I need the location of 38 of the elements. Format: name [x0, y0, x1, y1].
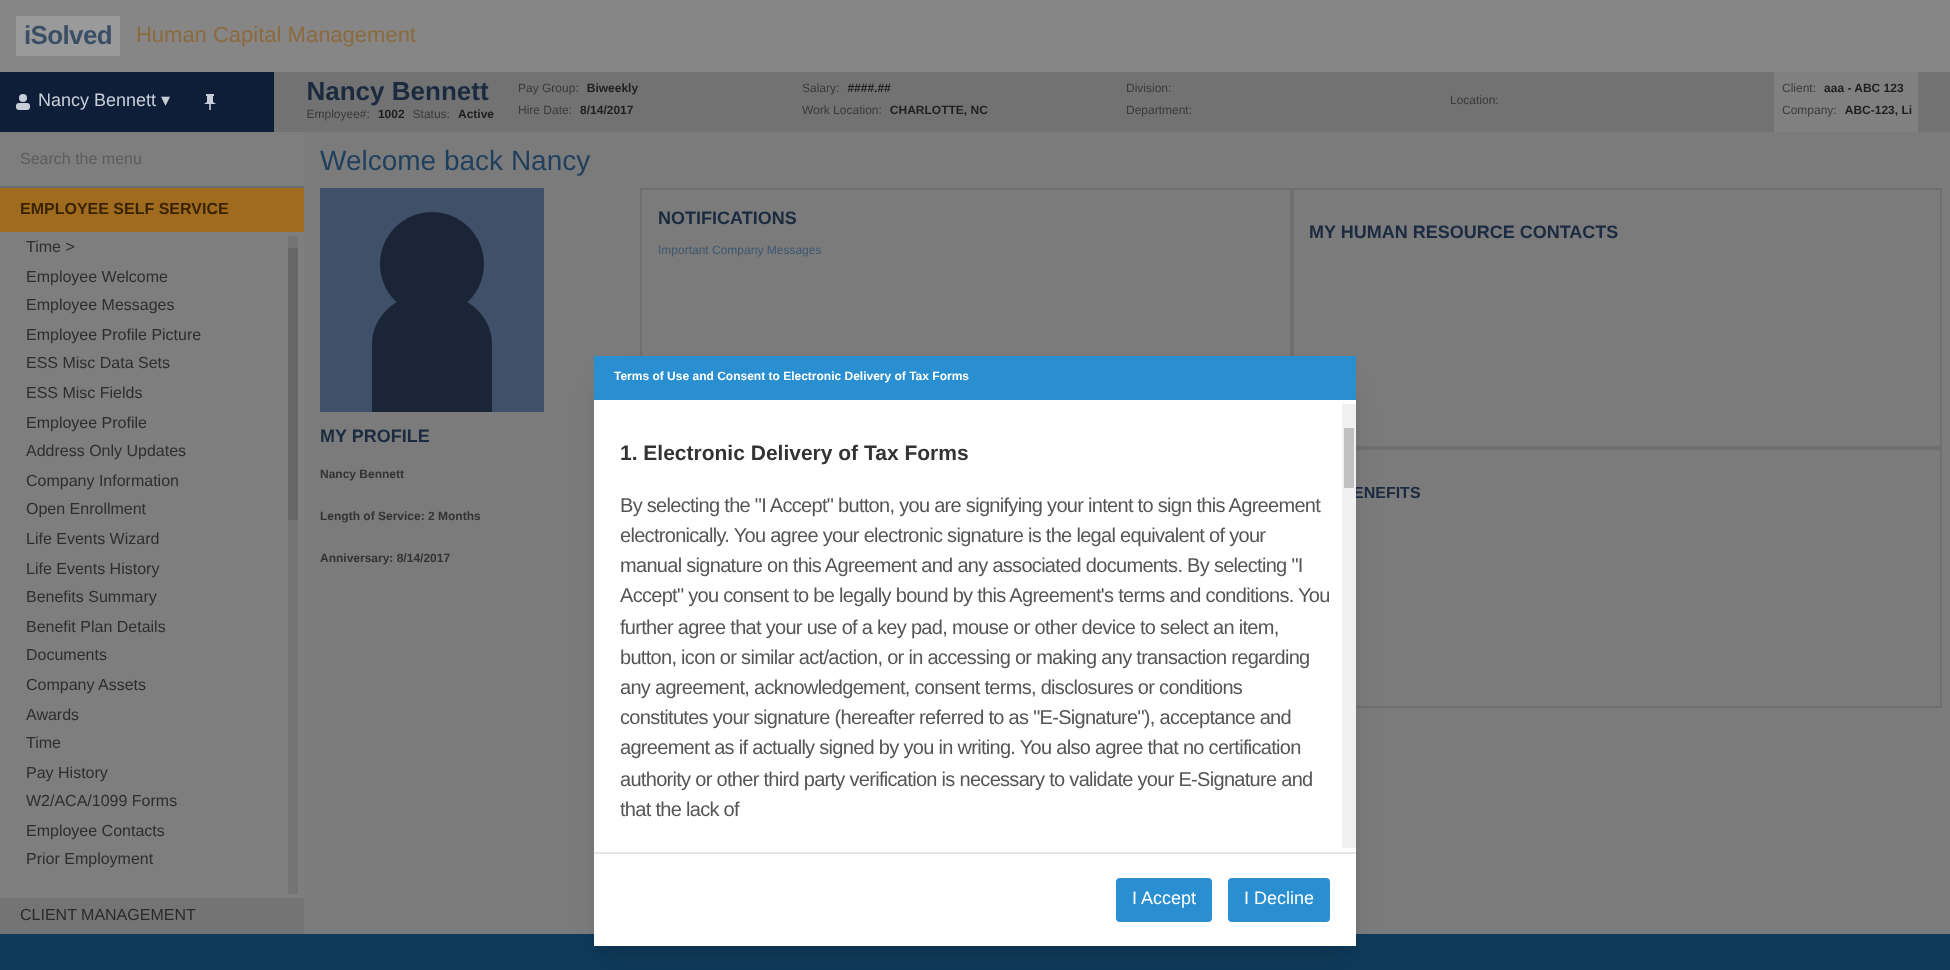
- menu-item[interactable]: Benefit Plan Details: [26, 613, 288, 643]
- menu-item[interactable]: ESS Misc Data Sets: [26, 350, 288, 380]
- accept-button[interactable]: I Accept: [1115, 878, 1212, 922]
- menu-item[interactable]: Employee Welcome: [26, 263, 288, 293]
- menu-item[interactable]: Employee Profile: [26, 409, 288, 439]
- user-menu[interactable]: Nancy Bennett ▾: [0, 72, 275, 132]
- menu-item[interactable]: Employee Contacts: [26, 817, 288, 847]
- menu-item[interactable]: W2/ACA/1099 Forms: [26, 788, 288, 818]
- menu-item[interactable]: Life Events History: [26, 555, 288, 585]
- section-header[interactable]: CLIENT MANAGEMENT: [0, 898, 304, 934]
- panel-heading: MY HUMAN RESOURCE CONTACTS: [1309, 222, 1619, 242]
- panel-heading: NOTIFICATIONS: [658, 206, 799, 232]
- pin-icon: [203, 94, 216, 110]
- menu-item[interactable]: Prior Employment: [26, 846, 288, 877]
- page-title: Welcome back Nancy: [320, 142, 593, 180]
- logo: iSolved: [16, 16, 120, 56]
- menu-item[interactable]: Pay History: [26, 759, 288, 789]
- menu-item[interactable]: Time >: [26, 234, 288, 264]
- menu-item[interactable]: Employee Messages: [26, 292, 288, 322]
- section-header[interactable]: EMPLOYEE SELF SERVICE: [0, 188, 304, 232]
- decline-button[interactable]: I Decline: [1227, 878, 1330, 922]
- menu-item[interactable]: Documents: [26, 642, 288, 672]
- user-icon: [16, 94, 30, 110]
- menu-item[interactable]: Awards: [26, 701, 288, 731]
- menu-item[interactable]: ESS Misc Fields: [26, 379, 288, 410]
- section-heading: MY PROFILE: [320, 424, 432, 450]
- menu-item[interactable]: Company Information: [26, 467, 288, 497]
- menu-item[interactable]: Company Assets: [26, 671, 288, 701]
- menu-item[interactable]: Open Enrollment: [26, 496, 288, 526]
- menu-item[interactable]: Address Only Updates: [26, 438, 288, 468]
- menu-item[interactable]: Employee Profile Picture: [26, 321, 288, 351]
- agreement-text: By selecting the "I Accept" button, you are signifying your intent to sign this Agreement electronically. You agree your electronic signature is the legal equivalent of your manual signature on this Agreement and any associated documents. By selecting "I Accept" you consent to be legally bound by this Agreement's terms and conditions. You further agree that your use of a key pad, mouse or other device to select an item, button, icon or similar act/action, or in accessing or making any transaction regarding any agreement, acknowledgement, consent terms, disclosures or conditions constitutes your signature (hereafter referred to as "E-Signature"), acceptance and agreement as if actually signed by you in writing. You also agree that no certification authority or other third party verification is necessary to validate your E-Signature and that the lack of: [620, 493, 1330, 826]
- menu-item[interactable]: Time: [26, 730, 288, 760]
- app-title: Human Capital Management: [135, 21, 416, 52]
- employee-name: Nancy Bennett: [306, 77, 491, 105]
- menu-item[interactable]: Life Events Wizard: [26, 525, 288, 556]
- menu-item[interactable]: Benefits Summary: [26, 584, 288, 614]
- dialog-heading: 1. Electronic Delivery of Tax Forms: [620, 440, 971, 470]
